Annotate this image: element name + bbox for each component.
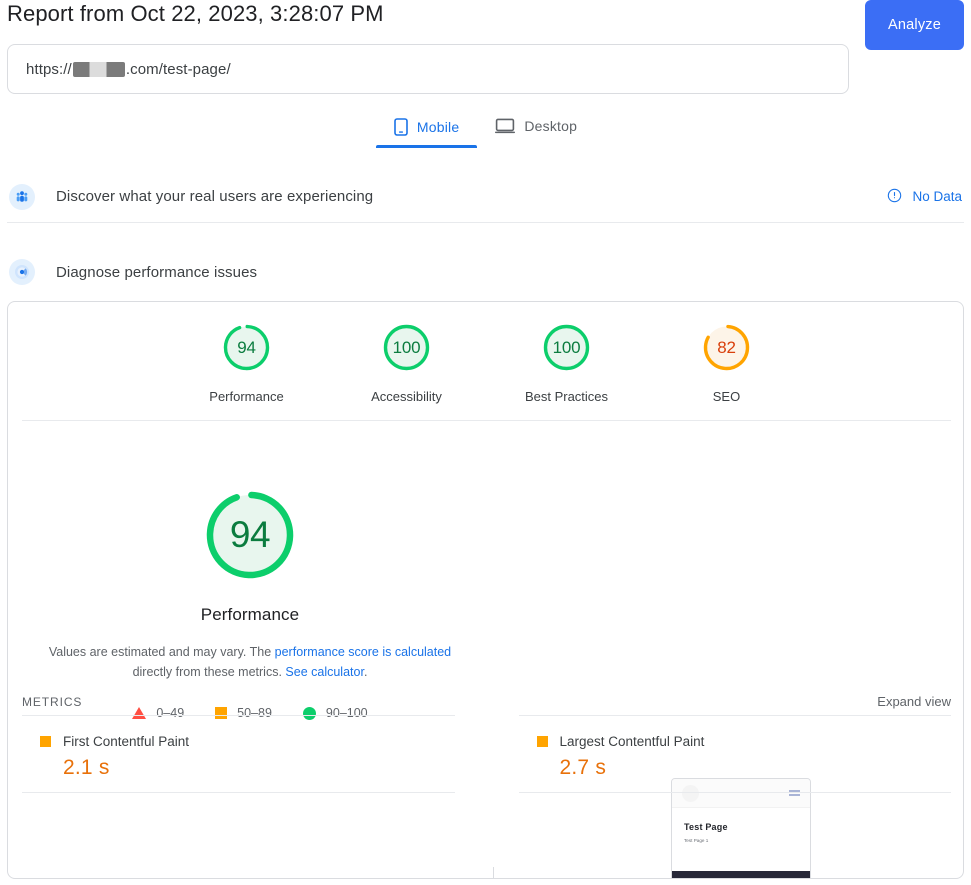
no-data-status[interactable]: No Data (887, 188, 964, 206)
metric-name: First Contentful Paint (63, 734, 189, 749)
metric-value: 2.1 s (63, 756, 455, 780)
best-practices-gauge: 100 (540, 321, 593, 374)
seo-gauge: 82 (700, 321, 753, 374)
page-title: Report from Oct 22, 2023, 3:28:07 PM (7, 0, 384, 28)
desktop-icon (495, 118, 515, 134)
score-seo[interactable]: 82 SEO (675, 321, 779, 404)
performance-label: Performance (209, 389, 283, 404)
seo-label: SEO (713, 389, 740, 404)
screenshot-footer: Company Contact Blog Category Uncategori… (672, 871, 810, 879)
url-input[interactable]: https:// .com/test-page/ (7, 44, 849, 94)
tab-mobile-label: Mobile (417, 119, 459, 135)
performance-score-link[interactable]: performance score is calculated (275, 645, 451, 659)
url-suffix: .com/test-page/ (126, 61, 231, 78)
real-users-icon (9, 184, 35, 210)
mobile-icon (394, 118, 408, 136)
best-practices-score: 100 (553, 338, 581, 358)
tab-mobile[interactable]: Mobile (376, 118, 477, 148)
best-practices-label: Best Practices (525, 389, 608, 404)
screenshot-subheading: Test Page 1 (684, 838, 798, 843)
square-icon (537, 736, 548, 747)
desc-text-1: Values are estimated and may vary. The (49, 645, 275, 659)
url-text: https:// .com/test-page/ (26, 61, 231, 78)
performance-big-label: Performance (201, 605, 299, 625)
screenshot-hero: Test Page Test Page 1 (672, 807, 810, 871)
metric-first-contentful-paint[interactable]: First Contentful Paint 2.1 s (22, 715, 455, 793)
url-bar-row: https:// .com/test-page/ (7, 44, 964, 94)
info-icon (887, 188, 902, 206)
performance-summary: 94 Performance Values are estimated and … (20, 485, 480, 720)
performance-big-score: 94 (230, 514, 270, 556)
metric-value: 2.7 s (560, 756, 952, 780)
results-card: 94 Performance 100 Accessibility (7, 301, 964, 879)
accessibility-label: Accessibility (371, 389, 442, 404)
redacted-domain (73, 62, 125, 77)
desc-text-2: directly from these metrics. (133, 665, 286, 679)
expand-view-button[interactable]: Expand view (877, 694, 951, 709)
screenshot-heading: Test Page (684, 822, 798, 832)
metric-name-row: First Contentful Paint (40, 734, 455, 749)
metrics-title: METRICS (22, 695, 82, 709)
desc-text-3: . (364, 665, 367, 679)
accessibility-gauge: 100 (380, 321, 433, 374)
metrics-column-right: Largest Contentful Paint 2.7 s (487, 715, 952, 793)
status-badge: No Data (912, 189, 962, 204)
card-divider (22, 420, 951, 421)
metrics-header: METRICS Expand view (22, 694, 951, 709)
field-data-section: Discover what your real users are experi… (7, 171, 964, 223)
performance-big-gauge: 94 (200, 485, 300, 585)
analyze-button[interactable]: Analyze (865, 0, 964, 50)
score-best-practices[interactable]: 100 Best Practices (515, 321, 619, 404)
performance-score: 94 (237, 338, 256, 358)
square-icon (40, 736, 51, 747)
metrics-grid: First Contentful Paint 2.1 s Largest Con… (22, 715, 951, 793)
tab-desktop[interactable]: Desktop (477, 118, 595, 146)
vertical-divider (493, 867, 494, 879)
seo-score: 82 (717, 338, 736, 358)
gauge-icon (9, 259, 35, 285)
metric-name: Largest Contentful Paint (560, 734, 705, 749)
performance-gauge: 94 (220, 321, 273, 374)
metric-name-row: Largest Contentful Paint (537, 734, 952, 749)
score-accessibility[interactable]: 100 Accessibility (355, 321, 459, 404)
url-prefix: https:// (26, 61, 72, 78)
metrics-column-left: First Contentful Paint 2.1 s (22, 715, 487, 793)
device-tabs: Mobile Desktop (0, 118, 971, 148)
tab-desktop-label: Desktop (524, 118, 577, 134)
performance-description: Values are estimated and may vary. The p… (41, 642, 459, 682)
accessibility-score: 100 (393, 338, 421, 358)
score-performance[interactable]: 94 Performance (195, 321, 299, 404)
category-scores: 94 Performance 100 Accessibility (8, 321, 964, 404)
see-calculator-link[interactable]: See calculator (285, 665, 364, 679)
lab-data-section: Diagnose performance issues (7, 246, 964, 298)
pagespeed-report-page: Report from Oct 22, 2023, 3:28:07 PM htt… (0, 0, 971, 885)
lab-data-label: Diagnose performance issues (56, 264, 257, 281)
metric-largest-contentful-paint[interactable]: Largest Contentful Paint 2.7 s (519, 715, 952, 793)
field-data-label: Discover what your real users are experi… (56, 188, 373, 205)
page-screenshot-thumbnail[interactable]: Test Page Test Page 1 (671, 778, 811, 879)
